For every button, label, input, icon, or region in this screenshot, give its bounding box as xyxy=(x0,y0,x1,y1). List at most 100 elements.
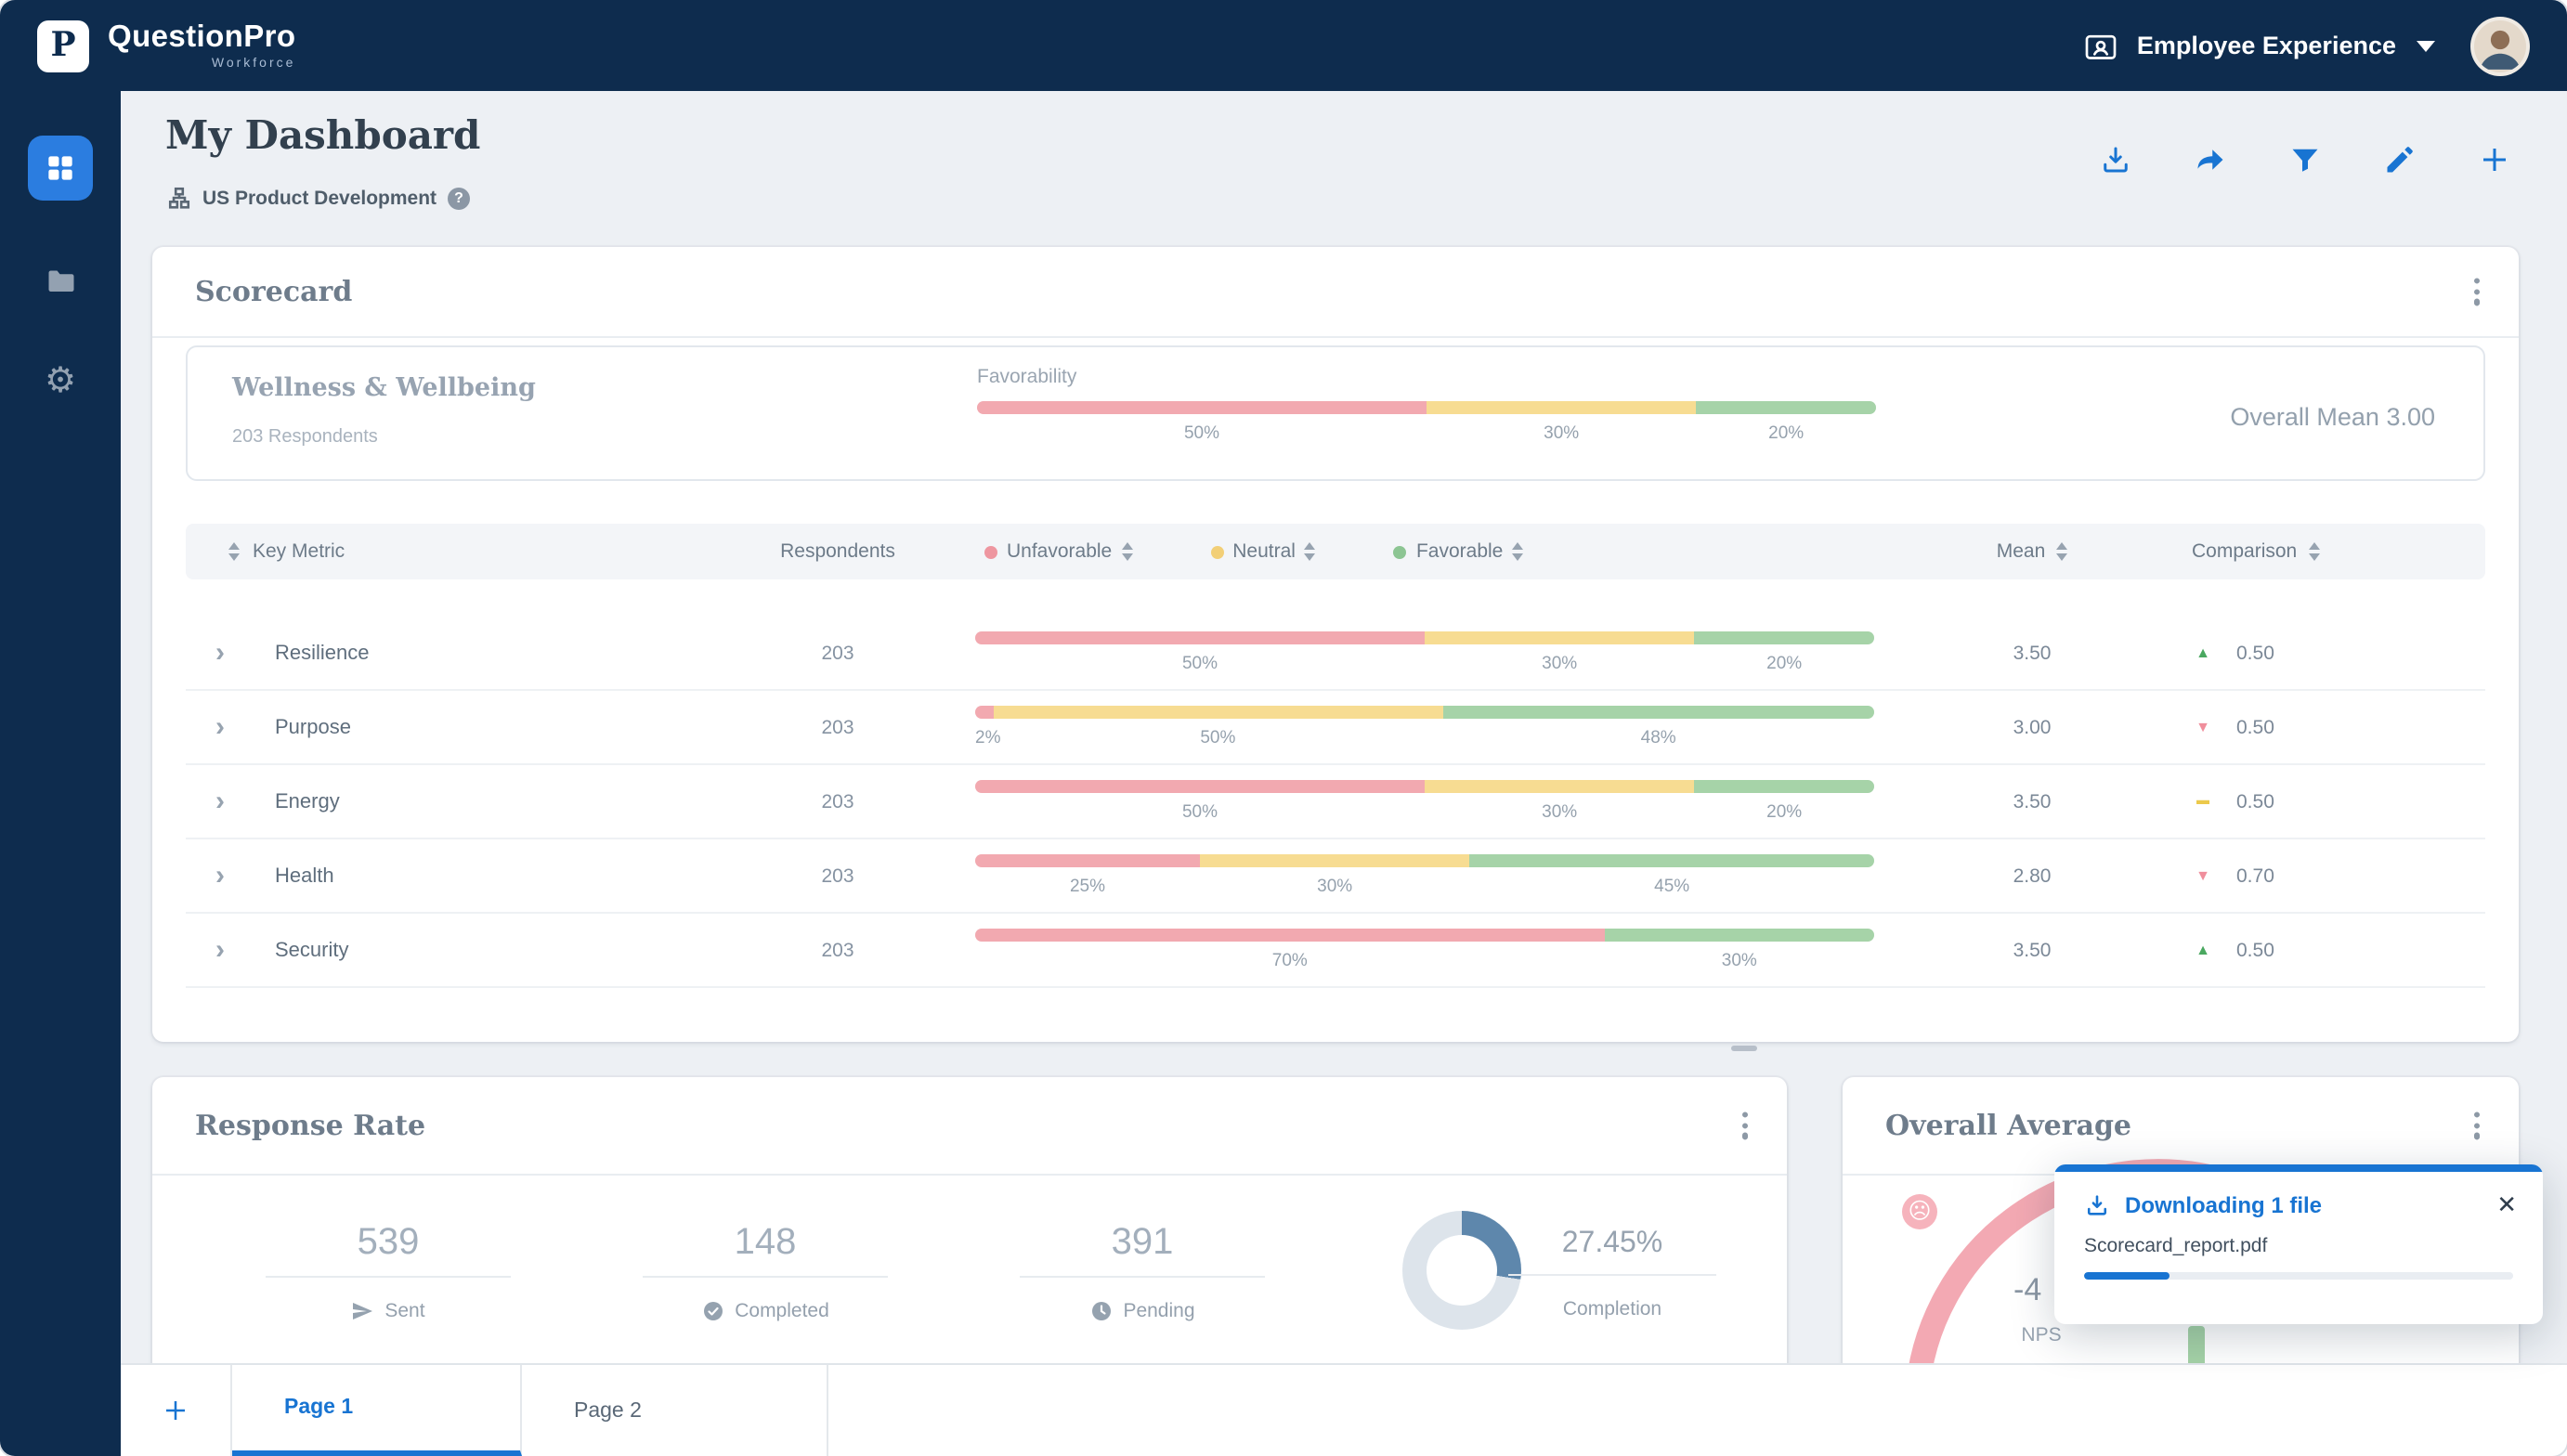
trend-up-icon: ▲ xyxy=(2192,644,2214,661)
dashboard-grid-icon xyxy=(43,150,78,186)
sidebar-item-folders[interactable] xyxy=(0,258,121,303)
bar-labels: 25%30%45% xyxy=(975,877,1874,897)
bar-segment-red xyxy=(975,854,1200,867)
toast-header: Downloading 1 file ✕ xyxy=(2054,1171,2543,1217)
stat-label: Pending xyxy=(994,1300,1291,1322)
bar-track xyxy=(975,780,1874,793)
unfavorable-dot-icon xyxy=(984,545,997,558)
metric-comparison: ▼ 0.50 xyxy=(2177,716,2437,738)
table-row: › Resilience 203 50%30%20% 3.50 ▲ 0.50 xyxy=(186,617,2485,691)
bar-segment-label: 25% xyxy=(975,877,1200,897)
sort-icon[interactable] xyxy=(2308,542,2319,561)
metric-name: Health xyxy=(253,864,717,887)
tab-label: Page 2 xyxy=(574,1399,642,1422)
divider xyxy=(1508,1274,1716,1276)
bar-segment-label: 45% xyxy=(1469,877,1874,897)
metric-mean: 2.80 xyxy=(1887,864,2177,887)
bar-segment-yellow xyxy=(1200,854,1469,867)
row-expand-chevron[interactable]: › xyxy=(215,713,225,741)
workspace-selector[interactable]: Employee Experience xyxy=(2083,16,2530,75)
bar-segment-label: 20% xyxy=(1694,802,1874,823)
bar-segment-label: 30% xyxy=(1427,423,1696,444)
bar-segment-red xyxy=(975,780,1425,793)
sort-icon[interactable] xyxy=(2056,542,2067,561)
trend-up-icon: ▲ xyxy=(2192,942,2214,958)
bar-segment-red xyxy=(975,706,993,719)
edit-button[interactable] xyxy=(2383,143,2417,176)
workspace-label: Employee Experience xyxy=(2137,32,2396,59)
workspace-icon xyxy=(2083,27,2120,64)
col-mean: Mean xyxy=(1887,540,2177,563)
download-button[interactable] xyxy=(2099,143,2132,176)
metric-mean: 3.50 xyxy=(1887,642,2177,664)
completion-label: Completion xyxy=(1482,1298,1742,1320)
sidebar-item-dashboards[interactable] xyxy=(28,136,93,201)
team-name: US Product Development xyxy=(202,187,437,209)
page-title: My Dashboard xyxy=(165,111,480,158)
add-widget-button[interactable] xyxy=(2478,143,2511,176)
bar-labels: 2%50%48% xyxy=(975,728,1874,748)
bar-segment-green xyxy=(1694,780,1874,793)
divider xyxy=(266,1276,511,1278)
sidebar-item-settings[interactable]: ⚙ xyxy=(0,358,121,403)
dashboard-actions xyxy=(2099,143,2511,176)
col-comparison: Comparison xyxy=(2177,540,2437,563)
bar-segment-yellow xyxy=(993,706,1442,719)
metric-bar: 50%30%20% xyxy=(958,780,1887,823)
bar-segment-label: 70% xyxy=(975,951,1605,971)
check-icon xyxy=(701,1300,723,1322)
favorability-label: Favorability xyxy=(977,366,1876,388)
bar-segment-green xyxy=(1694,631,1874,644)
close-icon[interactable]: ✕ xyxy=(2496,1192,2517,1216)
kebab-menu-icon[interactable] xyxy=(2465,268,2489,314)
row-expand-chevron[interactable]: › xyxy=(215,639,225,667)
kebab-menu-icon[interactable] xyxy=(1733,1102,1757,1148)
chevron-down-icon xyxy=(2417,40,2435,51)
neutral-label: Neutral xyxy=(1232,540,1296,563)
bar-segment-red xyxy=(977,401,1427,414)
bar-segment-label: 30% xyxy=(1200,877,1469,897)
comparison-value: 0.70 xyxy=(2236,864,2274,887)
filter-button[interactable] xyxy=(2288,143,2322,176)
folder-icon xyxy=(44,264,77,297)
scorecard-summary: Wellness & Wellbeing 203 Respondents Fav… xyxy=(186,345,2485,481)
metric-respondents: 203 xyxy=(717,939,958,961)
bar-labels: 50%30%20% xyxy=(975,654,1874,674)
col-favorable: Favorable xyxy=(1394,540,1523,563)
sort-icon[interactable] xyxy=(1121,542,1132,561)
sort-icon[interactable] xyxy=(228,542,240,561)
sort-icon[interactable] xyxy=(1305,542,1316,561)
bar-segment-green xyxy=(1442,706,1874,719)
org-hierarchy-icon xyxy=(167,186,191,210)
questionpro-logo-icon[interactable]: P xyxy=(37,20,89,72)
sort-icon[interactable] xyxy=(1512,542,1523,561)
comparison-value: 0.50 xyxy=(2236,716,2274,738)
send-icon xyxy=(351,1300,373,1322)
table-scrollbar-thumb[interactable] xyxy=(1731,1046,1757,1051)
tab-page-1[interactable]: Page 1 xyxy=(232,1365,522,1456)
stat-completed: 148 Completed xyxy=(617,1222,914,1322)
metric-name: Energy xyxy=(253,790,717,812)
response-rate-header: Response Rate xyxy=(152,1077,1787,1176)
metric-mean: 3.50 xyxy=(1887,790,2177,812)
bar-segment-label: 50% xyxy=(975,802,1425,823)
table-body: › Resilience 203 50%30%20% 3.50 ▲ 0.50 ›… xyxy=(186,617,2485,988)
row-expand-chevron[interactable]: › xyxy=(215,936,225,964)
unfavorable-label: Unfavorable xyxy=(1007,540,1112,563)
widget-title: Response Rate xyxy=(195,1109,425,1142)
bar-segment-label: 20% xyxy=(1694,654,1874,674)
avatar[interactable] xyxy=(2470,16,2530,75)
bar-segment-green xyxy=(1469,854,1874,867)
tab-page-2[interactable]: Page 2 xyxy=(522,1365,828,1456)
help-icon[interactable]: ? xyxy=(448,187,470,209)
row-expand-chevron[interactable]: › xyxy=(215,787,225,815)
row-expand-chevron[interactable]: › xyxy=(215,862,225,890)
download-progress-track xyxy=(2084,1271,2513,1279)
bar-segment-label: 2% xyxy=(975,728,993,748)
share-button[interactable] xyxy=(2194,143,2227,176)
comparison-value: 0.50 xyxy=(2236,642,2274,664)
trend-flat-icon: ▬ xyxy=(2192,795,2214,808)
metric-bar: 50%30%20% xyxy=(958,631,1887,674)
add-page-button[interactable] xyxy=(121,1365,232,1456)
nps-value: -4 xyxy=(2013,1272,2041,1309)
